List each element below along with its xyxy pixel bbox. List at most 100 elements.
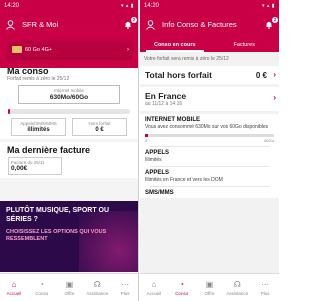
france-sub: au 11/12 à 14:16 (145, 101, 183, 107)
nav-offre[interactable]: ▣ Offre (196, 274, 224, 301)
user-icon[interactable] (144, 19, 156, 31)
sim-card[interactable]: 60 Go 4G+ › (8, 41, 132, 58)
reset-note: Forfait remis à zéro le 25/12 (7, 76, 70, 82)
status-icons: ▾ ▴ ▮ (261, 3, 275, 9)
total-label: Total hors forfait (145, 70, 212, 80)
nav-label: Accueil (6, 290, 22, 296)
left-screen: 14:20 ▾ ▴ ▮ SFR & Moi 2 60 Go 4G+ › Ma c… (0, 0, 139, 301)
bottom-nav: ⌂ Accueil ◔ Conso ▣ Offre ☊ Assistance ⋯ Plus (140, 273, 279, 301)
conso-summary: Appels/SMS/MMS illimités Hors forfait 0 … (4, 118, 134, 136)
status-icons: ▾ ▴ ▮ (120, 3, 134, 9)
nav-label: Plus (260, 290, 270, 296)
divider (150, 166, 269, 167)
app-title: SFR & Moi (22, 20, 59, 29)
bell-icon[interactable]: 2 (122, 16, 137, 31)
sim-label: 60 Go 4G+ (25, 46, 53, 53)
tab-conso-en-cours[interactable]: Conso en cours (140, 37, 210, 52)
app-bar: Info Conso & Factures 2 (140, 12, 279, 37)
help-icon: ☊ (233, 279, 241, 289)
promo-text: CHOISISSEZ LES OPTIONS QUI VOUS RESSEMBL… (6, 229, 107, 242)
hors-forfait-box: Hors forfait 0 € (72, 118, 127, 136)
app-title: Info Conso & Factures (162, 20, 237, 29)
nav-conso[interactable]: ◔ Conso (168, 274, 196, 301)
facture-value: 0,00€ (11, 165, 28, 172)
internet-title: INTERNET MOBILE (145, 117, 200, 123)
promo-headline: PLUTÔT MUSIQUE, SPORT OU SÉRIES ? (6, 207, 110, 223)
divider (150, 186, 269, 187)
nav-label: Conso (35, 290, 49, 296)
appels-dom-text: Illimités en France et vers les DOM (145, 177, 223, 183)
nav-assistance[interactable]: ☊ Assistance (83, 274, 111, 301)
status-time: 14:20 (144, 3, 160, 9)
nav-label: Conso (175, 290, 189, 296)
status-bar: 14:20 ▾ ▴ ▮ (0, 0, 138, 12)
conso-card[interactable]: Ma conso Forfait remis à zéro le 25/12 I… (0, 62, 138, 139)
facture-title: Ma dernière facture (7, 145, 91, 155)
internet-progress-fill (8, 109, 11, 114)
scale-end: 60Go (264, 138, 274, 143)
sms-title: SMS/MMS (145, 190, 174, 196)
internet-text: Vous avez consommé 630Mo sur vos 60Go di… (145, 124, 269, 130)
promo-banner[interactable]: PLUTÔT MUSIQUE, SPORT OU SÉRIES ? CHOISI… (0, 201, 138, 272)
hors-forfait-value: 0 € (95, 127, 104, 133)
nav-label: Accueil (146, 290, 162, 296)
bottom-nav: ⌂ Accueil ◔ Conso ▣ Offre ☊ Assistance ⋯ Plus (0, 273, 138, 301)
reset-note: Votre forfait sera remis à zéro le 25/12 (140, 52, 279, 66)
app-bar: SFR & Moi 2 (0, 12, 138, 37)
internet-box: Internet mobile 630Mo/60Go (18, 85, 120, 104)
nav-label: Plus (120, 290, 130, 296)
total-hors-forfait-row[interactable]: Total hors forfait 0 € › (140, 66, 279, 84)
scale-start: 0 (145, 138, 148, 143)
offer-band: 60 Go 4G+ › (0, 37, 138, 68)
nav-plus[interactable]: ⋯ Plus (111, 274, 138, 301)
calls-label: Appels/SMS/MMS (20, 121, 57, 126)
status-bar: 14:20 ▾ ▴ ▮ (140, 0, 279, 12)
tab-bar: Conso en cours Factures (140, 37, 279, 52)
notification-badge: 2 (131, 16, 137, 23)
hors-forfait-label: Hors forfait (88, 121, 111, 126)
internet-progress-bar (8, 109, 130, 114)
internet-progress-bar (145, 134, 274, 137)
chevron-right-icon: › (127, 46, 129, 53)
more-icon: ⋯ (121, 279, 130, 289)
nav-label: Assistance (226, 290, 249, 296)
chart-icon: ◔ (39, 279, 45, 289)
internet-value: 630Mo/60Go (49, 94, 89, 101)
help-icon: ☊ (93, 279, 101, 289)
progress-scale: 0 60Go (145, 138, 274, 143)
chart-icon: ◔ (179, 279, 185, 289)
france-title: En France (145, 91, 187, 101)
divider (150, 146, 269, 147)
internet-label: Internet mobile (54, 88, 84, 93)
internet-progress-fill (145, 134, 148, 137)
user-icon[interactable] (4, 19, 16, 31)
chevron-right-icon: › (273, 93, 276, 102)
calls-value: illimités (27, 127, 50, 133)
nav-label: Offre (64, 290, 75, 296)
notification-badge: 2 (272, 16, 278, 23)
offer-icon: ▣ (205, 279, 214, 289)
en-france-row[interactable]: En France au 11/12 à 14:16 › (140, 87, 279, 111)
appels-dom-title: APPELS (145, 170, 170, 176)
calls-box: Appels/SMS/MMS illimités (11, 118, 66, 136)
offer-icon: ▣ (65, 279, 74, 289)
facture-box: Facture du 25/11 0,00€ (8, 157, 62, 175)
right-screen: 14:20 ▾ ▴ ▮ Info Conso & Factures 2 Cons… (140, 0, 279, 301)
nav-accueil[interactable]: ⌂ Accueil (0, 274, 28, 301)
nav-assistance[interactable]: ☊ Assistance (223, 274, 251, 301)
bell-icon[interactable]: 2 (263, 16, 278, 31)
appels-title: APPELS (145, 150, 170, 156)
nav-plus[interactable]: ⋯ Plus (251, 274, 279, 301)
appels-text: Illimités (145, 157, 162, 163)
nav-label: Assistance (86, 290, 109, 296)
sim-chip-icon (12, 46, 22, 53)
home-icon: ⌂ (11, 279, 17, 289)
more-icon: ⋯ (261, 279, 270, 289)
nav-conso[interactable]: ◔ Conso (28, 274, 56, 301)
tab-factures[interactable]: Factures (210, 37, 280, 52)
facture-card[interactable]: Ma dernière facture Facture du 25/11 0,0… (0, 142, 138, 178)
home-icon: ⌂ (151, 279, 157, 289)
chevron-right-icon: › (273, 70, 276, 79)
nav-accueil[interactable]: ⌂ Accueil (140, 274, 168, 301)
nav-offre[interactable]: ▣ Offre (56, 274, 84, 301)
